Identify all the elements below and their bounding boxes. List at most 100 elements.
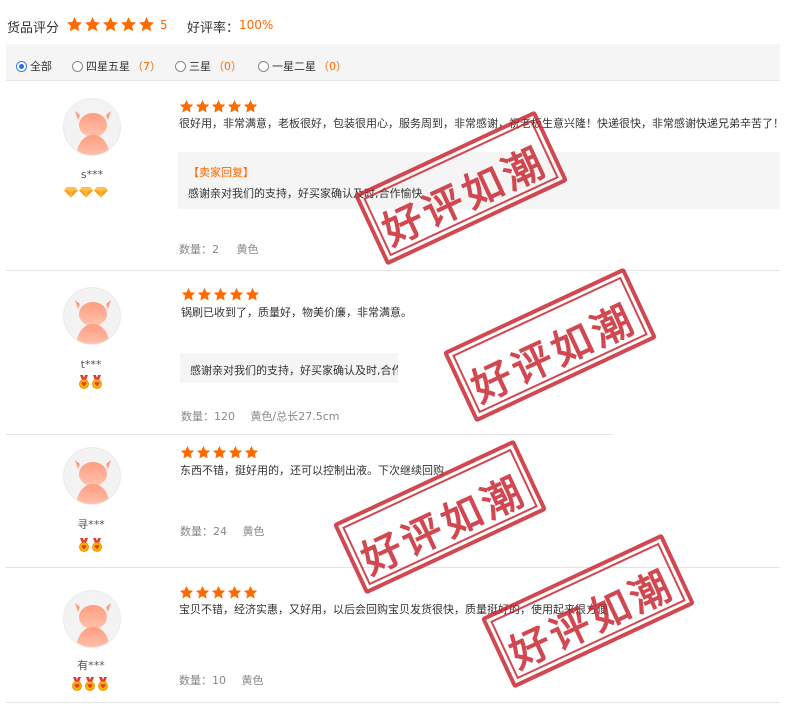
default-avatar-icon bbox=[75, 460, 111, 504]
filter-four-five-star-radio[interactable] bbox=[72, 60, 83, 72]
star-icon bbox=[243, 99, 258, 113]
filter-three-star-label: 三星 bbox=[189, 60, 211, 73]
seller-reply-text: 感谢亲对我们的支持，好买家确认及时,合作愉 bbox=[190, 364, 398, 377]
buyer-level-badge bbox=[78, 538, 103, 552]
star-icon bbox=[245, 287, 260, 301]
seller-reply: 【卖家回复】 感谢亲对我们的支持，好买家确认及时,合作愉快 bbox=[178, 152, 780, 209]
heart-medal-icon bbox=[72, 677, 82, 691]
star-icon bbox=[179, 99, 194, 113]
default-avatar-icon bbox=[75, 603, 111, 647]
review-text: 很好用，非常满意，老板很好，包装很用心，服务周到，非常感谢，祝老板生意兴隆！快递… bbox=[179, 117, 784, 130]
quantity: 数量：24 bbox=[180, 525, 227, 538]
heart-medal-icon bbox=[92, 538, 102, 552]
heart-medal-icon bbox=[79, 375, 89, 389]
heart-medal-icon bbox=[85, 677, 95, 691]
diamond-icon bbox=[79, 187, 93, 198]
filter-one-two-star-radio[interactable] bbox=[258, 60, 269, 72]
sku-spec: 黄色 bbox=[242, 525, 265, 538]
review-item: t*** 锅刷已收到了，质量好，物美价廉，非常满意。 感谢亲对我们的支持，好买家… bbox=[6, 271, 780, 436]
avatar bbox=[63, 590, 121, 648]
quantity: 数量：120 bbox=[181, 410, 235, 423]
order-info: 数量：120 黄色/总长27.5cm bbox=[181, 408, 339, 424]
avatar bbox=[63, 447, 121, 505]
summary-stars bbox=[66, 16, 155, 33]
filter-all-radio[interactable] bbox=[16, 60, 27, 72]
star-icon bbox=[229, 287, 244, 301]
buyer-level-badge bbox=[71, 677, 109, 691]
filter-four-five-star-count: （7） bbox=[132, 60, 161, 73]
filter-three-star-count: （0） bbox=[213, 60, 242, 73]
divider bbox=[6, 702, 780, 703]
buyer-level-badge bbox=[78, 375, 103, 389]
positive-rate-label: 好评率： bbox=[187, 21, 240, 36]
review-text: 东西不错，挺好用的，还可以控制出液。下次继续回购 bbox=[180, 464, 444, 477]
filter-one-two-star[interactable]: 一星二星 （0） bbox=[258, 58, 347, 74]
seller-reply-title: 【卖家回复】 bbox=[188, 166, 254, 179]
diamond-icon bbox=[64, 187, 78, 198]
star-icon bbox=[195, 585, 210, 599]
review-text: 宝贝不错，经济实惠，又好用，以后会回购宝贝发货很快，质量挺好的，使用起来很方便 bbox=[179, 603, 608, 616]
seller-reply-text: 感谢亲对我们的支持，好买家确认及时,合作愉快 bbox=[188, 187, 423, 200]
star-icon bbox=[211, 99, 226, 113]
review-item: s*** 很好用，非常满意，老板很好，包装很用心，服务周到，非常感谢，祝老板生意… bbox=[6, 82, 784, 272]
review-stars bbox=[179, 99, 258, 114]
filter-three-star-radio[interactable] bbox=[175, 60, 186, 72]
star-icon bbox=[179, 585, 194, 599]
reviewer-name: s*** bbox=[80, 168, 104, 181]
rating-filter-bar: 全部 四星五星 （7） 三星 （0） 一星二星 （0） bbox=[6, 44, 780, 81]
positive-rate-value: 100% bbox=[239, 18, 274, 32]
rating-summary: 货品评分 5 好评率： 100% bbox=[0, 0, 790, 44]
order-info: 数量：2 黄色 bbox=[179, 241, 259, 257]
order-info: 数量：10 黄色 bbox=[179, 672, 264, 688]
heart-medal-icon bbox=[92, 375, 102, 389]
quantity: 数量：2 bbox=[179, 243, 219, 256]
star-icon bbox=[138, 17, 155, 32]
star-icon bbox=[211, 585, 226, 599]
star-icon bbox=[227, 99, 242, 113]
star-icon bbox=[213, 287, 228, 301]
star-icon bbox=[197, 287, 212, 301]
review-text: 锅刷已收到了，质量好，物美价廉，非常满意。 bbox=[181, 306, 412, 319]
heart-medal-icon bbox=[98, 677, 108, 691]
review-item: 寻*** 东西不错，挺好用的，还可以控制出液。下次继续回购 数量：24 黄色 bbox=[6, 435, 780, 569]
quantity: 数量：10 bbox=[179, 674, 226, 687]
reviewer-name: 有*** bbox=[77, 659, 105, 672]
star-icon bbox=[196, 445, 211, 459]
goods-rating-label: 货品评分 bbox=[7, 21, 60, 36]
sku-spec: 黄色 bbox=[236, 243, 259, 256]
reviewer-name: t*** bbox=[80, 358, 102, 371]
star-icon bbox=[243, 585, 258, 599]
star-icon bbox=[181, 287, 196, 301]
review-stars bbox=[179, 585, 258, 600]
star-icon bbox=[102, 17, 119, 32]
order-info: 数量：24 黄色 bbox=[180, 523, 265, 539]
default-avatar-icon bbox=[75, 300, 111, 344]
star-icon bbox=[84, 17, 101, 32]
star-icon bbox=[244, 445, 259, 459]
seller-reply: 感谢亲对我们的支持，好买家确认及时,合作愉 bbox=[180, 353, 398, 383]
star-icon bbox=[212, 445, 227, 459]
review-stars bbox=[181, 287, 260, 302]
filter-three-star[interactable]: 三星 （0） bbox=[175, 58, 242, 74]
buyer-level-badge bbox=[64, 186, 108, 198]
star-icon bbox=[195, 99, 210, 113]
filter-all-label: 全部 bbox=[30, 60, 52, 73]
filter-four-five-star-label: 四星五星 bbox=[86, 60, 130, 73]
default-avatar-icon bbox=[75, 111, 111, 155]
diamond-icon bbox=[94, 187, 108, 198]
review-item: 有*** 宝贝不错，经济实惠，又好用，以后会回购宝贝发货很快，质量挺好的，使用起… bbox=[6, 568, 780, 708]
heart-medal-icon bbox=[79, 538, 89, 552]
star-icon bbox=[228, 445, 243, 459]
filter-four-five-star[interactable]: 四星五星 （7） bbox=[72, 58, 161, 74]
sku-spec: 黄色/总长27.5cm bbox=[250, 410, 340, 423]
filter-one-two-star-count: （0） bbox=[318, 60, 347, 73]
avatar bbox=[63, 98, 121, 156]
filter-one-two-star-label: 一星二星 bbox=[272, 60, 316, 73]
star-icon bbox=[66, 17, 83, 32]
star-icon bbox=[227, 585, 242, 599]
star-icon bbox=[180, 445, 195, 459]
filter-all[interactable]: 全部 bbox=[16, 58, 52, 74]
review-stars bbox=[180, 445, 259, 460]
summary-score: 5 bbox=[160, 18, 168, 32]
avatar bbox=[63, 287, 121, 345]
